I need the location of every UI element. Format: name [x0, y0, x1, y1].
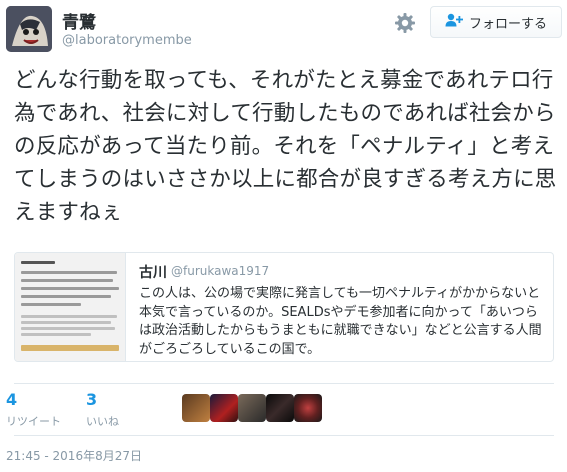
tweet-text: どんな行動を取っても、それがたとえ募金であれテロ行為であれ、社会に対して行動した…	[14, 68, 557, 225]
quoted-screen-name[interactable]: @furukawa1917	[171, 264, 269, 278]
quoted-display-name[interactable]: 古川	[139, 262, 167, 282]
avatar[interactable]	[6, 6, 52, 52]
liker-avatar[interactable]	[294, 394, 322, 422]
liker-avatar[interactable]	[238, 394, 266, 422]
follow-button[interactable]: フォローする	[430, 6, 562, 38]
screen-name[interactable]: @laboratorymembe	[62, 33, 192, 48]
quoted-tweet[interactable]: 古川 @furukawa1917 この人は、公の場で実際に発言しても一切ペナルテ…	[14, 252, 554, 362]
liker-avatar[interactable]	[182, 394, 210, 422]
divider	[14, 435, 554, 436]
like-stat[interactable]: 3 いいね	[86, 390, 119, 429]
retweet-count: 4	[6, 390, 18, 409]
retweet-stat[interactable]: 4 リツイート	[6, 390, 61, 429]
gear-icon[interactable]	[394, 12, 416, 34]
follow-button-label: フォローする	[468, 16, 547, 32]
retweet-label: リツイート	[6, 415, 61, 428]
quoted-tweet-text: この人は、公の場で実際に発言しても一切ペナルティがかからないと本気で言っているの…	[139, 286, 542, 357]
follow-user-icon	[445, 13, 463, 31]
like-count: 3	[86, 390, 98, 409]
display-name[interactable]: 青鷺	[62, 8, 96, 33]
like-label: いいね	[86, 415, 119, 428]
timestamp[interactable]: 21:45 - 2016年8月27日	[6, 447, 142, 464]
liker-avatar[interactable]	[266, 394, 294, 422]
quoted-tweet-image[interactable]	[15, 253, 126, 361]
divider	[14, 383, 554, 384]
liker-avatar[interactable]	[210, 394, 238, 422]
